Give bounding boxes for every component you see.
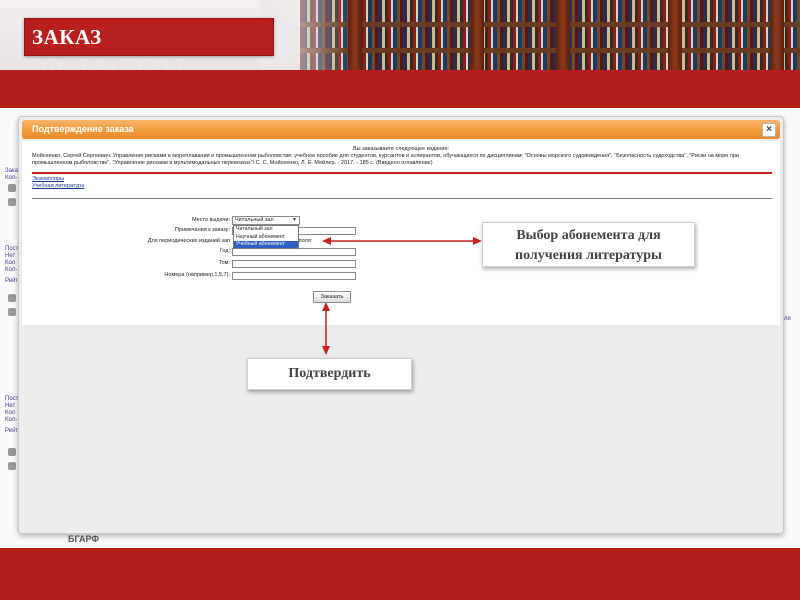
bg-fragment: Нет: [5, 253, 16, 259]
callout-select-subscription: Выбор абонемента для получения литератур…: [482, 222, 695, 267]
year-field[interactable]: [232, 248, 356, 256]
bg-fragment: Кол: [5, 260, 16, 266]
chevron-down-icon: ▼: [292, 217, 297, 223]
book-icon: [8, 198, 16, 206]
bookshelf-image: [300, 0, 800, 70]
bg-fragment: Пост: [5, 396, 19, 402]
doc-icon: [8, 294, 16, 302]
periodical-label: Для периодических изданий зап: [147, 238, 230, 244]
red-band: [0, 70, 800, 108]
close-icon[interactable]: ×: [762, 123, 776, 137]
doc-icon: [8, 448, 16, 456]
textbook-link[interactable]: Учебная литература: [32, 183, 84, 189]
footer-band: [0, 548, 800, 600]
bg-fragment: Кол-: [5, 175, 18, 181]
bg-fragment: Кол-: [5, 417, 18, 423]
notes-label: Примечания к заказу:: [174, 227, 230, 233]
volume-label: Том:: [218, 260, 230, 266]
red-divider: [32, 172, 772, 174]
shelf-divider: [300, 22, 800, 27]
title-line-1: ЗАКАЗ: [32, 25, 102, 49]
numbers-field[interactable]: [232, 272, 356, 280]
shelf-post: [348, 0, 362, 70]
shelf-post: [668, 0, 682, 70]
bg-fragment: Зака: [5, 168, 19, 174]
pickup-label: Место выдачи:: [192, 217, 230, 223]
shelf-divider: [300, 48, 800, 53]
numbers-label: Номера (например,1,5,7):: [164, 272, 230, 278]
periodical-label-tail: е поля:: [294, 238, 313, 244]
book-icon: [8, 462, 16, 470]
shelf-post: [556, 0, 570, 70]
dialog-title: Подтверждение заказа: [32, 124, 134, 134]
pickup-option-scientific[interactable]: Научный абонемент: [234, 234, 298, 241]
publication-description: Мойсеенко, Сергей Сергеевич. Управление …: [32, 153, 739, 166]
order-confirmation-dialog: Подтверждение заказа × Вы заказываете сл…: [18, 116, 784, 534]
intro-text: Вы заказываете следующее издание:: [352, 146, 450, 152]
bg-fragment: Кол: [5, 410, 16, 416]
pickup-dropdown: Читальный зал Научный абонемент Учебный …: [233, 225, 299, 249]
pickup-option-reading-room[interactable]: Читальный зал: [234, 226, 298, 233]
bg-fragment: Кол-: [5, 267, 18, 273]
footer-label: БГАРФ: [68, 534, 100, 544]
pickup-select-value: Читальный зал: [235, 217, 274, 223]
bg-fragment: Пост: [5, 246, 19, 252]
bg-fragment: ля: [784, 316, 791, 322]
dialog-titlebar[interactable]: Подтверждение заказа ×: [22, 120, 780, 139]
year-label: Год:: [219, 248, 230, 254]
pickup-select[interactable]: Читальный зал ▼: [232, 216, 300, 225]
volume-field[interactable]: [232, 260, 356, 268]
shelf-post: [470, 0, 484, 70]
bg-fragment: Нет: [5, 403, 16, 409]
section-divider: [32, 198, 772, 199]
callout-confirm: Подтвердить: [247, 358, 412, 390]
pickup-option-educational[interactable]: Учебный абонемент: [234, 241, 298, 248]
bg-fragment: Рейт: [5, 278, 19, 284]
book-icon: [8, 308, 16, 316]
bg-fragment: Рейт: [5, 428, 19, 434]
order-button[interactable]: Заказать: [313, 291, 351, 303]
copies-link[interactable]: Экземпляры: [32, 176, 64, 182]
doc-icon: [8, 184, 16, 192]
shelf-post: [770, 0, 784, 70]
